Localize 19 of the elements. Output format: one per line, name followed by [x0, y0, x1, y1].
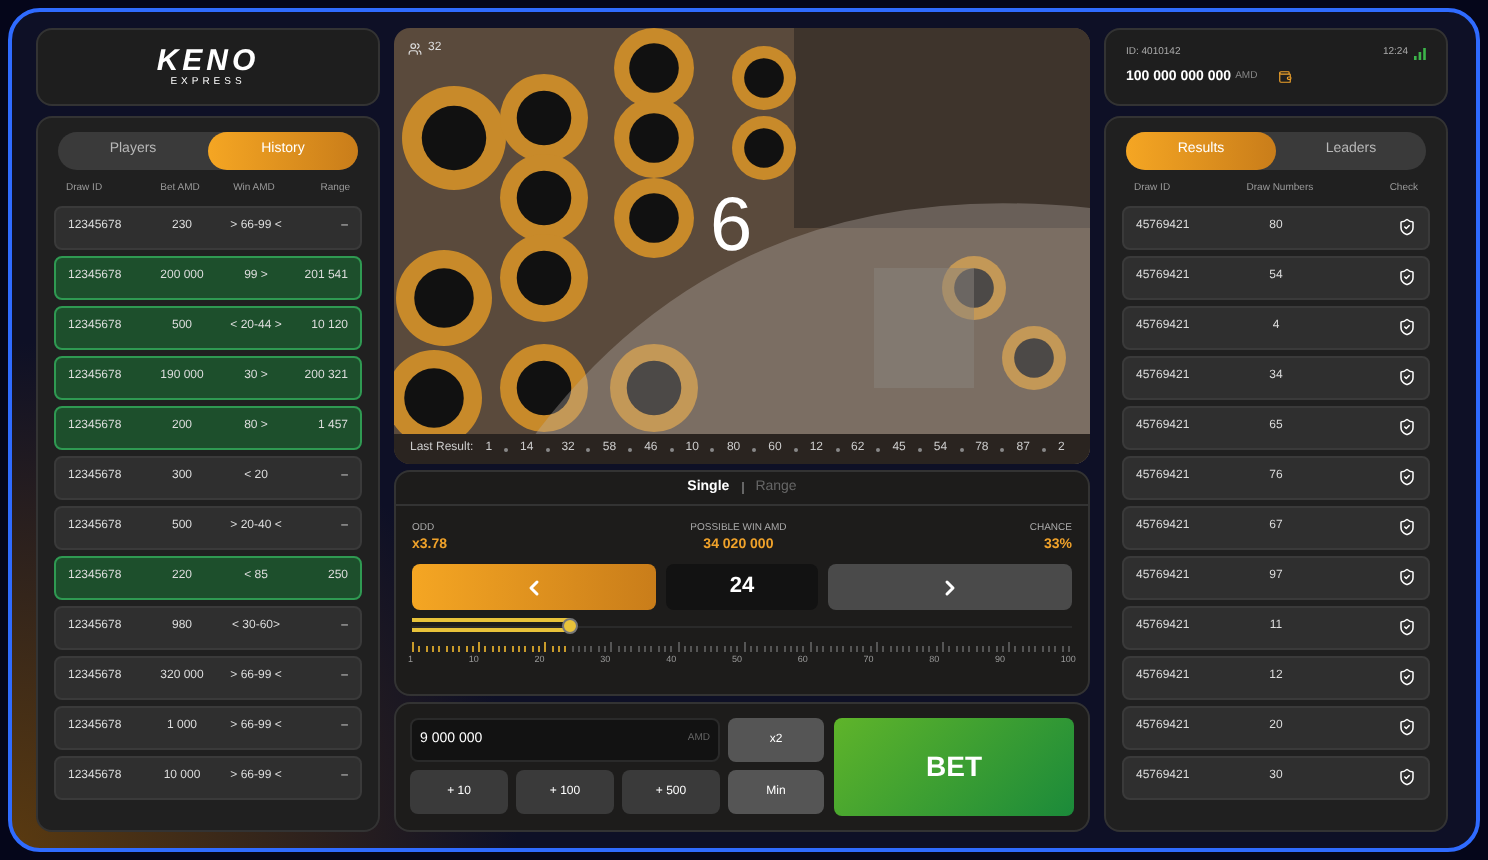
logo-title: KENO — [156, 46, 260, 76]
signal-icon — [1414, 47, 1426, 60]
number-display: 24 — [666, 564, 818, 610]
shield-check-icon[interactable] — [1398, 518, 1416, 536]
shield-check-icon[interactable] — [1398, 418, 1416, 436]
shield-check-icon[interactable] — [1398, 618, 1416, 636]
viewers-icon — [408, 42, 422, 56]
drawn-number: 6 — [710, 188, 753, 264]
shield-check-icon[interactable] — [1398, 268, 1416, 286]
shield-check-icon[interactable] — [1398, 318, 1416, 336]
slider[interactable] — [412, 616, 1072, 636]
wallet-icon — [1277, 70, 1292, 85]
shield-check-icon[interactable] — [1398, 668, 1416, 686]
shield-check-icon[interactable] — [1398, 218, 1416, 236]
shield-check-icon[interactable] — [1398, 718, 1416, 736]
shield-check-icon[interactable] — [1398, 468, 1416, 486]
shield-check-icon[interactable] — [1398, 568, 1416, 586]
shield-check-icon[interactable] — [1398, 368, 1416, 386]
shield-check-icon[interactable] — [1398, 768, 1416, 786]
